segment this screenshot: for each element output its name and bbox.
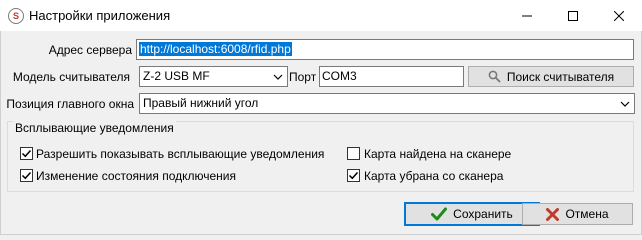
connection-change-label: Изменение состояния подключения (36, 169, 236, 183)
reader-model-value: Z-2 USB MF (143, 69, 210, 83)
close-button[interactable] (596, 0, 642, 31)
search-reader-label: Поиск считывателя (506, 69, 615, 84)
allow-notifications-checkbox[interactable] (20, 147, 33, 160)
app-icon: S (8, 8, 24, 24)
card-removed-checkbox[interactable] (347, 169, 360, 182)
maximize-icon (568, 10, 578, 21)
window-position-value: Правый нижний угол (143, 96, 259, 110)
server-address-input[interactable]: http://localhost:6008/rfid.php (136, 39, 634, 60)
search-reader-button[interactable]: Поиск считывателя (468, 66, 634, 87)
cancel-label: Отмена (565, 207, 609, 221)
port-value: COM3 (322, 69, 357, 83)
reader-model-label: Модель считывателя (12, 70, 130, 84)
connection-change-checkbox[interactable] (20, 169, 33, 182)
window-title: Настройки приложения (29, 8, 171, 23)
minimize-icon (522, 15, 532, 16)
card-removed-label: Карта убрана со сканера (364, 169, 504, 183)
card-found-checkbox[interactable] (347, 147, 360, 160)
chevron-down-icon (620, 101, 630, 107)
allow-notifications-label: Разрешить показывать всплывающие уведомл… (36, 147, 325, 161)
notifications-group-title: Всплывающие уведомления (13, 121, 176, 135)
port-label: Порт (289, 70, 317, 84)
window-position-select[interactable]: Правый нижний угол (139, 93, 635, 114)
card-found-label: Карта найдена на сканере (364, 147, 512, 161)
save-button[interactable]: Сохранить (404, 202, 540, 226)
checkmark-icon (21, 171, 32, 180)
search-icon (488, 70, 501, 83)
minimize-button[interactable] (504, 0, 550, 31)
server-address-label: Адрес сервера (48, 43, 132, 57)
server-address-value: http://localhost:6008/rfid.php (139, 42, 292, 56)
checkmark-icon (348, 171, 359, 180)
window-position-label: Позиция главного окна (6, 97, 134, 111)
checkmark-icon (431, 207, 448, 221)
maximize-button[interactable] (550, 0, 596, 31)
checkmark-icon (21, 149, 32, 158)
port-input[interactable]: COM3 (319, 66, 464, 87)
save-label: Сохранить (453, 207, 513, 221)
chevron-down-icon (273, 74, 283, 80)
close-icon (614, 10, 624, 21)
close-icon (546, 207, 560, 221)
reader-model-select[interactable]: Z-2 USB MF (139, 66, 288, 87)
cancel-button[interactable]: Отмена (522, 203, 633, 225)
